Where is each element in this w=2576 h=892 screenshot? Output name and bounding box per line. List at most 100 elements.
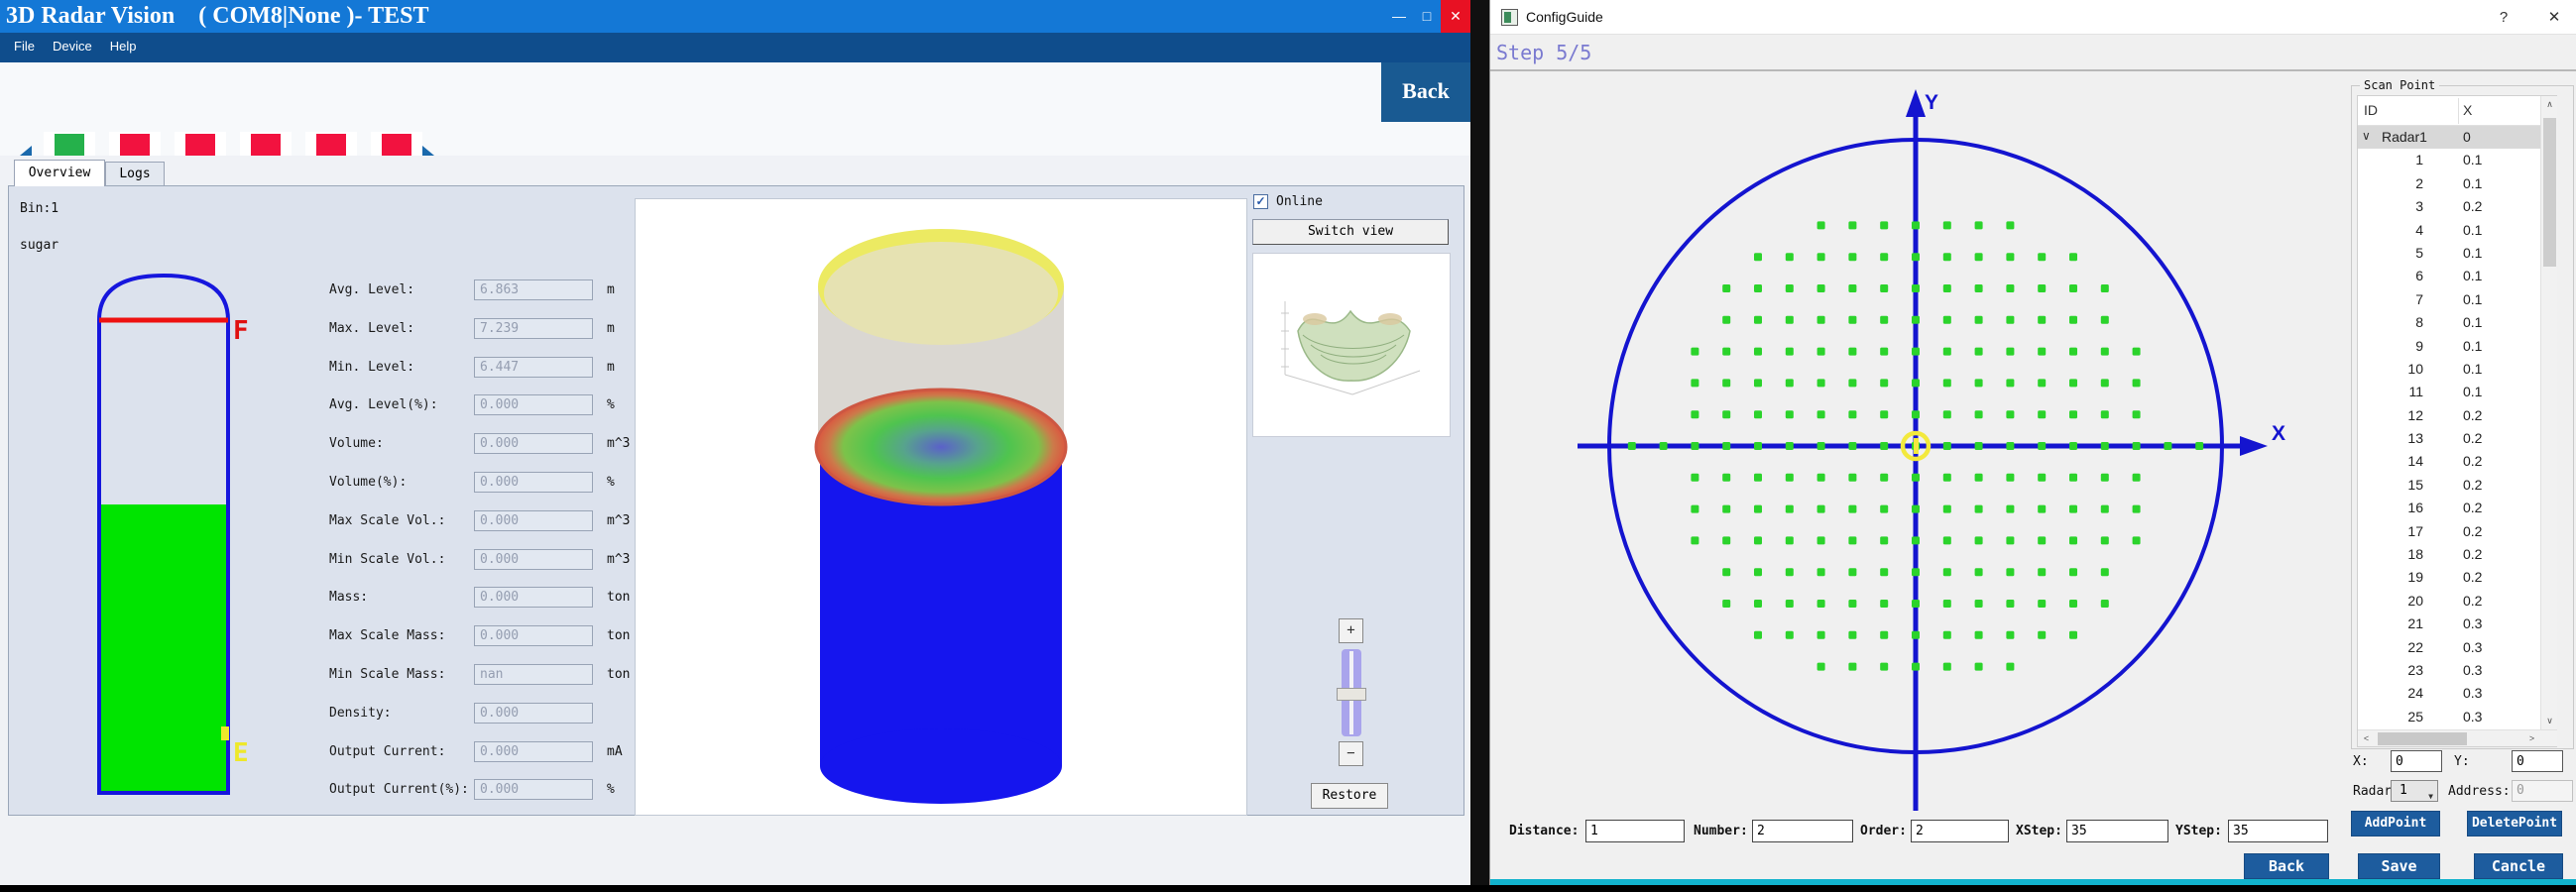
menu-item-help[interactable]: Help <box>106 39 141 54</box>
menu-item-device[interactable]: Device <box>49 39 96 54</box>
table-row[interactable]: 100.1 <box>2358 358 2540 381</box>
tab-logs[interactable]: Logs <box>105 162 165 186</box>
scan-point-diagram[interactable]: Y X <box>1490 71 2343 844</box>
field-value-input[interactable] <box>474 433 593 454</box>
field-value-input[interactable] <box>474 472 593 493</box>
field-value-input[interactable] <box>474 587 593 608</box>
surface-thumbnail[interactable] <box>1252 253 1451 437</box>
close-icon[interactable]: ✕ <box>2539 6 2569 30</box>
field-value-input[interactable] <box>474 664 593 685</box>
restore-button[interactable]: Restore <box>1311 783 1388 809</box>
menu-item-file[interactable]: File <box>10 39 39 54</box>
table-row[interactable]: 170.2 <box>2358 520 2540 543</box>
back-button[interactable]: Back <box>2244 853 2329 879</box>
horizontal-scrollbar[interactable]: < > <box>2358 729 2557 746</box>
row-x: 0.1 <box>2463 222 2482 238</box>
scroll-down-icon[interactable]: ∨ <box>2541 713 2558 729</box>
row-id: 18 <box>2362 546 2423 562</box>
param-input[interactable] <box>2066 820 2168 842</box>
scroll-left-icon[interactable]: < <box>2358 730 2375 747</box>
column-header-id[interactable]: ID <box>2364 102 2378 118</box>
table-row[interactable]: 140.2 <box>2358 450 2540 473</box>
x-field-input[interactable] <box>2391 750 2442 772</box>
cancel-button[interactable]: Cancle <box>2474 853 2563 879</box>
help-icon[interactable]: ? <box>2490 6 2517 30</box>
scan-point-table[interactable]: ID X ∨ Radar1 0 10.120.130.240.150.160.1… <box>2357 95 2557 747</box>
field-value-input[interactable] <box>474 279 593 300</box>
param-input[interactable] <box>1911 820 2009 842</box>
tab-overview[interactable]: Overview <box>14 160 105 186</box>
field-value-input[interactable] <box>474 741 593 762</box>
horizontal-scroll-thumb[interactable] <box>2378 732 2467 745</box>
y-field-input[interactable] <box>2512 750 2563 772</box>
zoom-out-button[interactable]: − <box>1339 741 1363 766</box>
field-value-input[interactable] <box>474 549 593 570</box>
table-row-radar[interactable]: ∨ Radar1 0 <box>2358 126 2540 149</box>
row-x: 0.1 <box>2463 361 2482 377</box>
title-bar[interactable]: 3D Radar Vision ( COM8|None )- TEST — □ … <box>0 0 1470 33</box>
zoom-slider-handle[interactable] <box>1337 688 1366 701</box>
field-value-input[interactable] <box>474 625 593 646</box>
table-row[interactable]: 20.1 <box>2358 172 2540 195</box>
table-row[interactable]: 40.1 <box>2358 219 2540 242</box>
table-row[interactable]: 180.2 <box>2358 543 2540 566</box>
table-row[interactable]: 50.1 <box>2358 242 2540 265</box>
table-row[interactable]: 200.2 <box>2358 590 2540 613</box>
table-row[interactable]: 130.2 <box>2358 427 2540 450</box>
field-value-input[interactable] <box>474 510 593 531</box>
table-row[interactable]: 220.3 <box>2358 636 2540 659</box>
table-row[interactable]: 240.3 <box>2358 682 2540 705</box>
column-header-x[interactable]: X <box>2463 102 2472 118</box>
y-field-label: Y: <box>2454 754 2470 769</box>
table-row[interactable]: 10.1 <box>2358 149 2540 171</box>
vertical-scrollbar[interactable]: ∧ ∨ <box>2540 96 2557 729</box>
table-row[interactable]: 30.2 <box>2358 195 2540 218</box>
switch-view-button[interactable]: Switch view <box>1252 219 1449 245</box>
row-id: 7 <box>2362 291 2423 307</box>
table-row[interactable]: 120.2 <box>2358 404 2540 427</box>
table-row[interactable]: 150.2 <box>2358 474 2540 497</box>
row-x: 0.1 <box>2463 314 2482 330</box>
field-label: Max Scale Vol.: <box>329 513 445 528</box>
vertical-scroll-thumb[interactable] <box>2543 118 2556 267</box>
online-checkbox[interactable]: ✓ <box>1253 194 1268 209</box>
param-input[interactable] <box>2228 820 2328 842</box>
app-icon <box>1501 9 1518 26</box>
field-value-input[interactable] <box>474 357 593 378</box>
minimize-icon[interactable]: — <box>1385 0 1413 33</box>
radar-select[interactable]: 1 ▼ <box>2391 780 2438 802</box>
table-row[interactable]: 60.1 <box>2358 265 2540 287</box>
tank-3d-view[interactable] <box>635 198 1247 816</box>
column-divider <box>2458 98 2459 124</box>
scroll-up-icon[interactable]: ∧ <box>2541 96 2558 113</box>
maximize-icon[interactable]: □ <box>1413 0 1441 33</box>
table-row[interactable]: 90.1 <box>2358 335 2540 358</box>
row-x: 0.2 <box>2463 453 2482 469</box>
field-value-input[interactable] <box>474 394 593 415</box>
field-value-input[interactable] <box>474 318 593 339</box>
table-header[interactable]: ID X <box>2358 96 2540 126</box>
zoom-in-button[interactable]: + <box>1339 618 1363 643</box>
table-row[interactable]: 210.3 <box>2358 613 2540 635</box>
table-row[interactable]: 230.3 <box>2358 659 2540 682</box>
scroll-right-icon[interactable]: > <box>2523 730 2540 747</box>
add-point-button[interactable]: AddPoint <box>2351 811 2440 836</box>
save-button[interactable]: Save <box>2358 853 2440 879</box>
table-row[interactable]: 160.2 <box>2358 497 2540 519</box>
chevron-expand-icon[interactable]: ∨ <box>2362 129 2371 143</box>
table-row[interactable]: 80.1 <box>2358 311 2540 334</box>
close-icon[interactable]: ✕ <box>1441 0 1470 33</box>
field-value-input[interactable] <box>474 779 593 800</box>
address-field-input[interactable]: 0 <box>2512 780 2573 802</box>
table-row[interactable]: 70.1 <box>2358 288 2540 311</box>
back-button[interactable]: Back <box>1381 62 1470 122</box>
title-bar[interactable]: ConfigGuide ? ✕ <box>1490 0 2576 35</box>
param-input[interactable] <box>1752 820 1853 842</box>
delete-point-button[interactable]: DeletePoint <box>2467 811 2562 836</box>
x-axis-label: X <box>2272 422 2285 445</box>
table-row[interactable]: 110.1 <box>2358 381 2540 403</box>
table-row[interactable]: 250.3 <box>2358 706 2540 728</box>
param-input[interactable] <box>1585 820 1685 842</box>
table-row[interactable]: 190.2 <box>2358 566 2540 589</box>
field-value-input[interactable] <box>474 703 593 724</box>
